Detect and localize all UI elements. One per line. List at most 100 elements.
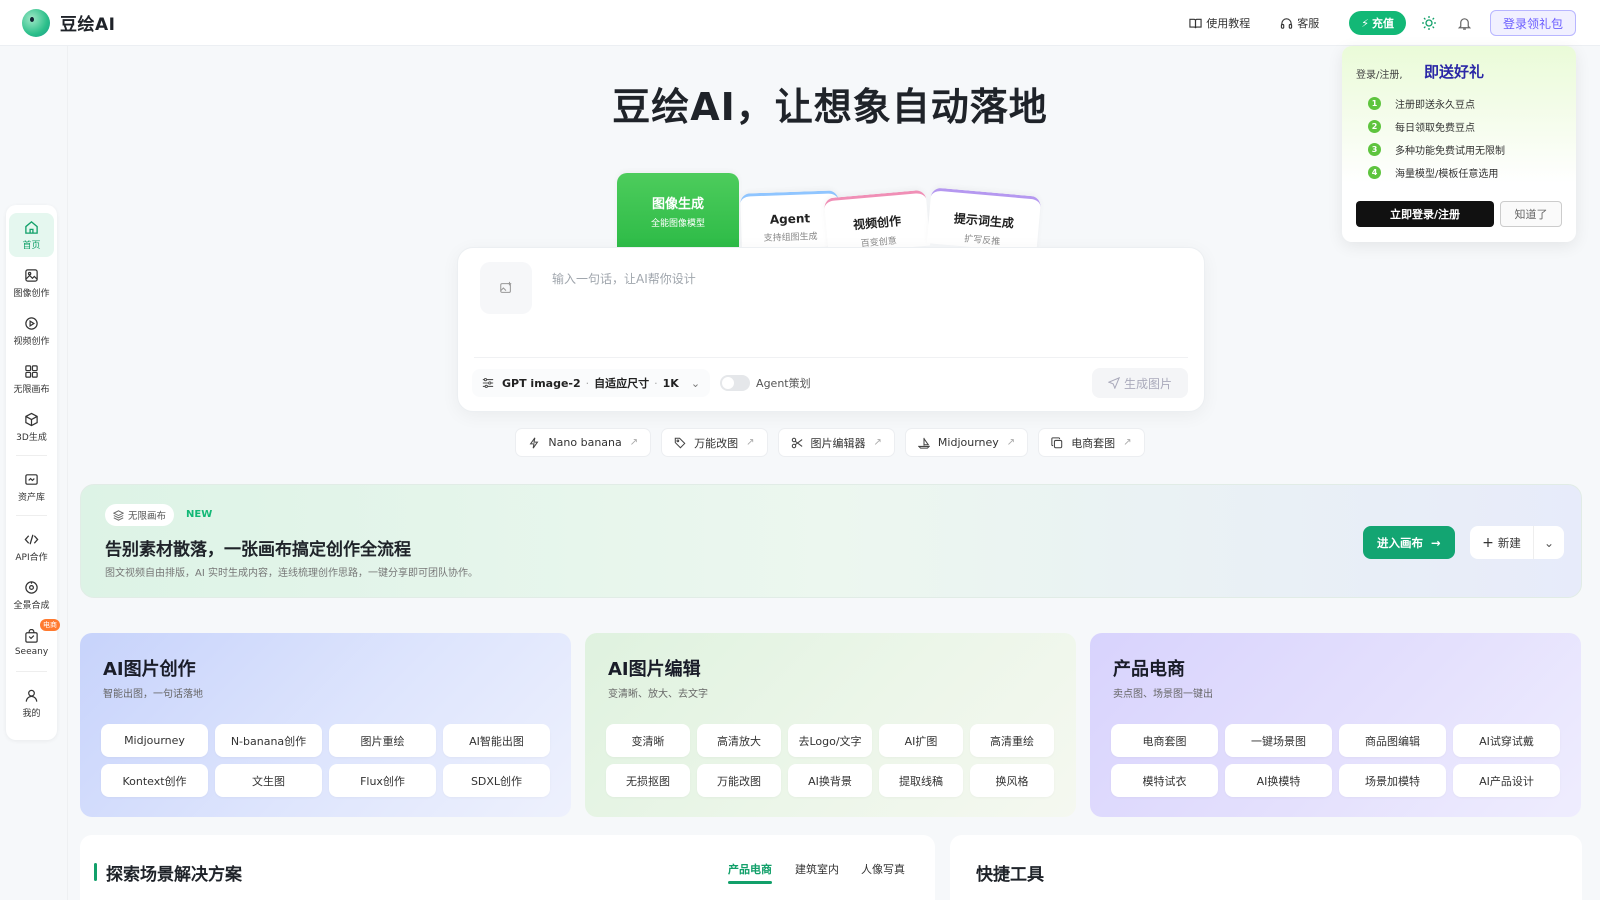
gift-popup: 登录/注册, 即送好礼 1 注册即送永久豆点 2 每日领取免费豆点 3 多种功能免费试… <box>1342 46 1576 242</box>
card-button[interactable]: AI智能出图 <box>443 724 550 757</box>
card-button[interactable]: 高清放大 <box>697 724 781 757</box>
code-icon <box>24 534 39 544</box>
panorama-icon <box>25 580 38 594</box>
login-gift-button[interactable]: 登录领礼包 <box>1489 10 1576 36</box>
card-button[interactable]: Flux创作 <box>329 764 436 797</box>
service-link[interactable]: 客服 <box>1280 15 1319 31</box>
sidebar-item-label: 资产库 <box>17 492 45 503</box>
card-button[interactable]: AI扩图 <box>879 724 963 757</box>
card-button[interactable]: 模特试衣 <box>1111 764 1218 797</box>
charge-button[interactable]: ⚡ 充值 <box>1349 11 1406 35</box>
chip-midjourney[interactable]: Midjourney ↗ <box>904 428 1029 457</box>
card-button[interactable]: 商品图编辑 <box>1339 724 1446 757</box>
tab-product-ecommerce[interactable]: 产品电商 <box>728 861 772 884</box>
notification-button[interactable] <box>1454 12 1476 34</box>
card-button[interactable]: 场景加模特 <box>1339 764 1446 797</box>
sidebar-item-image[interactable]: 图像创作 <box>9 261 54 305</box>
new-canvas-dropdown[interactable]: ⌄ <box>1534 526 1564 559</box>
card-button[interactable]: AI试穿试戴 <box>1453 724 1560 757</box>
tab-portrait[interactable]: 人像写真 <box>861 861 905 877</box>
generate-button[interactable]: 生成图片 <box>1091 368 1188 398</box>
card-button[interactable]: 万能改图 <box>697 764 781 797</box>
prompt-box: 输入一句话，让AI帮你设计 GPT image-2 · 自适应尺寸 · 1K ⌄… <box>457 247 1205 412</box>
section-title: 快捷工具 <box>976 865 1044 885</box>
sidebar-item-seeany[interactable]: 电商 Seeany <box>9 619 60 665</box>
card-button[interactable]: 电商套图 <box>1111 724 1218 757</box>
tutorial-link[interactable]: 使用教程 <box>1189 15 1250 31</box>
tag-icon <box>674 437 686 448</box>
sidebar-item-home[interactable]: 首页 <box>9 213 54 257</box>
quick-tools-section: 快捷工具 <box>950 835 1582 900</box>
new-canvas-button[interactable]: + 新建 <box>1470 526 1534 559</box>
new-canvas-label: 新建 <box>1497 535 1521 550</box>
tutorial-label: 使用教程 <box>1206 17 1251 30</box>
tab-architecture-interior[interactable]: 建筑室内 <box>795 861 839 877</box>
chip-ecommerce-set[interactable]: 电商套图 ↗ <box>1038 428 1145 457</box>
section-accent-bar <box>94 863 97 881</box>
card-ai-image-edit: AI图片编辑 变清晰、放大、去文字 变清晰 高清放大 去Logo/文字 AI扩图… <box>585 633 1076 817</box>
sidebar-item-label: 图像创作 <box>13 288 50 299</box>
sidebar-item-assets[interactable]: 资产库 <box>9 465 54 509</box>
card-button[interactable]: 去Logo/文字 <box>788 724 872 757</box>
agent-toggle[interactable] <box>720 375 751 391</box>
enter-canvas-button[interactable]: 进入画布 → <box>1363 526 1455 559</box>
chip-image-editor[interactable]: 图片编辑器 ↗ <box>777 428 895 457</box>
sidebar-item-label: API合作 <box>15 552 48 563</box>
banner-title: 告别素材散落，一张画布搞定创作全流程 <box>105 540 411 560</box>
sidebar-item-canvas[interactable]: 无限画布 <box>9 357 54 401</box>
sidebar-item-label: 我的 <box>22 708 41 719</box>
chevron-down-icon: ⌄ <box>690 376 701 390</box>
arrow-right-icon: → <box>1431 535 1441 550</box>
tab-video[interactable]: 视频创作 百变创意 <box>823 189 931 255</box>
sidebar-item-video[interactable]: 视频创作 <box>9 309 54 353</box>
new-tag: NEW <box>186 509 213 520</box>
card-button[interactable]: AI产品设计 <box>1453 764 1560 797</box>
prompt-input[interactable]: 输入一句话，让AI帮你设计 <box>552 270 696 287</box>
folder-icon <box>25 473 38 485</box>
card-button[interactable]: 换风格 <box>970 764 1054 797</box>
scene-solutions-section: 探索场景解决方案 产品电商 建筑室内 人像写真 <box>80 835 935 900</box>
sidebar-item-api[interactable]: API合作 <box>9 525 54 569</box>
sidebar-item-mine[interactable]: 我的 <box>9 681 54 725</box>
sidebar-item-label: 无限画布 <box>13 384 50 395</box>
chip-universal-edit[interactable]: 万能改图 ↗ <box>661 428 768 457</box>
model-selector[interactable]: GPT image-2 · 自适应尺寸 · 1K ⌄ <box>472 369 711 397</box>
scissors-icon <box>791 437 802 448</box>
canvas-banner: 无限画布 NEW 告别素材散落，一张画布搞定创作全流程 图文视频自由排版，AI … <box>80 484 1582 598</box>
bag-icon <box>25 629 38 643</box>
sidebar: 首页 图像创作 视频创作 无限画布 3D生成 资产库 API合作 全景合成 电商… <box>6 205 60 740</box>
sidebar-divider <box>67 46 68 900</box>
size-value: 自适应尺寸 <box>594 377 650 390</box>
login-register-button[interactable]: 立即登录/注册 <box>1356 201 1494 227</box>
card-button[interactable]: AI换模特 <box>1225 764 1332 797</box>
theme-toggle[interactable] <box>1418 12 1440 34</box>
card-button[interactable]: 一键场景图 <box>1225 724 1332 757</box>
card-button[interactable]: N-banana创作 <box>215 724 322 757</box>
card-button[interactable]: SDXL创作 <box>443 764 550 797</box>
card-button[interactable]: Kontext创作 <box>101 764 208 797</box>
user-icon <box>25 689 38 702</box>
card-button[interactable]: 图片重绘 <box>329 724 436 757</box>
card-button[interactable]: 变清晰 <box>606 724 690 757</box>
separator-dot: · <box>585 376 590 390</box>
dismiss-button[interactable]: 知道了 <box>1500 201 1562 227</box>
card-button[interactable]: AI换背景 <box>788 764 872 797</box>
tab-image-gen[interactable]: 图像生成 全能图像模型 <box>617 173 739 249</box>
card-button[interactable]: 文生图 <box>215 764 322 797</box>
sidebar-item-panorama[interactable]: 全景合成 <box>9 573 54 617</box>
cube-icon <box>25 412 38 426</box>
upload-image-button[interactable] <box>480 262 532 314</box>
chip-nano-banana[interactable]: Nano banana ↗ <box>515 428 652 457</box>
chip-label: 万能改图 <box>694 436 739 450</box>
tab-prompt-gen[interactable]: 提示词生成 扩写反推 <box>926 187 1042 253</box>
card-button[interactable]: Midjourney <box>101 724 208 757</box>
gift-benefit-label: 海量模型/模板任意选用 <box>1395 169 1499 180</box>
card-button[interactable]: 高清重绘 <box>970 724 1054 757</box>
gift-benefit-label: 注册即送永久豆点 <box>1395 100 1475 111</box>
card-button[interactable]: 无损抠图 <box>606 764 690 797</box>
gift-benefit-label: 多种功能免费试用无限制 <box>1395 146 1505 157</box>
copy-icon <box>1051 436 1063 448</box>
bolt-icon <box>529 437 539 448</box>
card-button[interactable]: 提取线稿 <box>879 764 963 797</box>
brand-logo[interactable]: 豆绘AI <box>22 8 115 37</box>
